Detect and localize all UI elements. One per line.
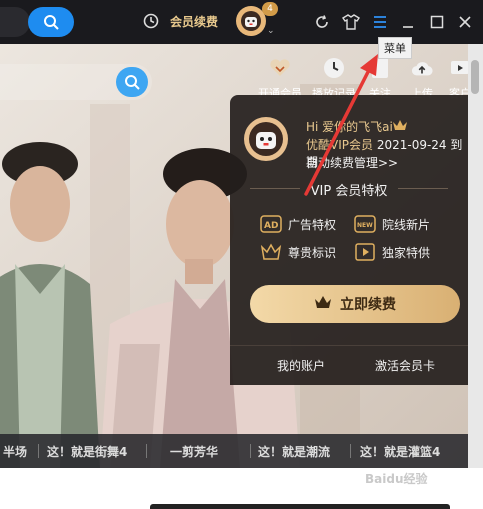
avatar-face-icon (249, 122, 283, 156)
perk-label: 尊贵标识 (288, 245, 337, 260)
member-renew-link[interactable]: 会员续费 (170, 13, 218, 30)
cloud-upload-icon (411, 57, 433, 79)
crown-icon (314, 295, 332, 313)
category-item[interactable]: 半场 (3, 443, 27, 460)
close-icon[interactable] (456, 13, 474, 31)
perk-label: 独家特供 (382, 245, 431, 260)
menu-icon[interactable] (371, 13, 389, 31)
category-item[interactable]: 这！就是潮流 (258, 443, 330, 460)
film-icon (354, 241, 376, 263)
perk-new-film[interactable]: NEW 院线新片 (354, 213, 430, 235)
perk-badge[interactable]: 尊贵标识 (260, 241, 336, 263)
perk-exclusive[interactable]: 独家特供 (354, 241, 430, 263)
scrollbar-thumb[interactable] (471, 60, 479, 94)
perk-ad[interactable]: AD 广告特权 (260, 213, 336, 235)
hero-search-button[interactable] (116, 67, 148, 97)
chevron-down-icon[interactable]: ⌄ (267, 26, 275, 36)
crown-icon (260, 241, 282, 263)
maximize-icon[interactable] (428, 13, 446, 31)
search-icon (125, 75, 140, 90)
divider (230, 345, 468, 346)
watermark-text: Baidu经验 (365, 472, 428, 486)
divider (398, 188, 448, 189)
new-icon: NEW (354, 213, 376, 235)
svg-text:NEW: NEW (357, 222, 373, 229)
refresh-icon[interactable] (313, 13, 331, 31)
category-item[interactable]: 这！就是灌篮4 (360, 443, 440, 460)
category-item[interactable]: 一剪芳华 (170, 443, 218, 460)
renew-button-label: 立即续费 (340, 297, 396, 313)
history-clock-icon[interactable] (143, 13, 159, 33)
divider (38, 444, 39, 458)
category-item[interactable]: 这！就是街舞4 (47, 443, 127, 460)
bottom-card-edge (150, 504, 450, 509)
notification-badge: 4 (262, 2, 278, 16)
svg-text:AD: AD (264, 221, 278, 231)
skin-tshirt-icon[interactable] (342, 13, 360, 31)
perk-label: 广告特权 (288, 217, 337, 232)
crown-icon (392, 117, 408, 136)
category-strip: 半场 这！就是街舞4 一剪芳华 这！就是潮流 这！就是灌篮4 (0, 434, 468, 468)
my-account-link[interactable]: 我的账户 (277, 357, 325, 374)
renew-now-button[interactable]: 立即续费 (250, 285, 460, 323)
divider (350, 444, 351, 458)
activate-card-link[interactable]: 激活会员卡 (375, 357, 435, 374)
avatar-face-icon (241, 11, 261, 31)
vip-avatar[interactable] (244, 117, 288, 161)
divider (146, 444, 147, 458)
title-search-field[interactable] (0, 7, 30, 37)
perk-label: 院线新片 (382, 217, 431, 232)
title-search-button[interactable] (28, 7, 74, 37)
vertical-scrollbar[interactable] (468, 44, 483, 468)
heart-badge-icon (269, 57, 291, 79)
minimize-icon[interactable] (399, 13, 417, 31)
search-icon (44, 15, 59, 30)
red-arrow-annotation (304, 54, 378, 196)
divider (250, 444, 251, 458)
ad-icon: AD (260, 213, 282, 235)
